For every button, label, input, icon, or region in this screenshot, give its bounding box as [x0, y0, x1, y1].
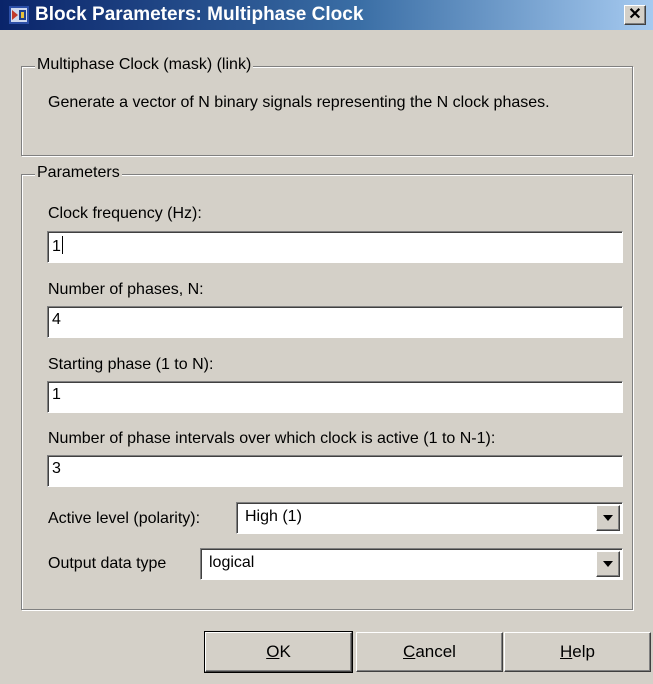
text-caret — [61, 236, 63, 254]
starting-phase-value: 1 — [52, 386, 61, 403]
output-type-dropdown[interactable]: logical — [200, 548, 623, 580]
active-level-label: Active level (polarity): — [48, 510, 201, 527]
cancel-label-rest: ancel — [415, 642, 456, 661]
chevron-down-icon[interactable] — [596, 505, 620, 531]
ok-mnemonic: O — [266, 642, 280, 661]
close-icon: ✕ — [628, 6, 642, 23]
parameters-group-label: Parameters — [35, 164, 122, 182]
cancel-button[interactable]: Cancel — [356, 632, 503, 672]
help-button[interactable]: Help — [504, 632, 651, 672]
number-of-phases-value: 4 — [52, 311, 61, 328]
clock-frequency-label: Clock frequency (Hz): — [48, 205, 202, 222]
clock-frequency-field[interactable]: 1 — [47, 231, 623, 263]
clock-frequency-value: 1 — [52, 238, 61, 255]
ok-label-rest: K — [279, 642, 291, 661]
output-type-value: logical — [209, 554, 255, 571]
cancel-mnemonic: C — [403, 642, 416, 661]
mask-group-label: Multiphase Clock (mask) (link) — [35, 56, 254, 74]
active-intervals-label: Number of phase intervals over which clo… — [48, 430, 496, 447]
output-type-label: Output data type — [48, 555, 167, 572]
title-bar[interactable]: Block Parameters: Multiphase Clock ✕ — [0, 0, 653, 30]
starting-phase-label: Starting phase (1 to N): — [48, 356, 214, 373]
active-level-value: High (1) — [245, 508, 302, 525]
simulink-block-icon — [9, 6, 29, 24]
window-title: Block Parameters: Multiphase Clock — [35, 4, 364, 25]
active-intervals-value: 3 — [52, 460, 61, 477]
active-level-dropdown[interactable]: High (1) — [236, 502, 623, 534]
mask-description: Generate a vector of N binary signals re… — [48, 94, 550, 111]
close-button[interactable]: ✕ — [624, 5, 646, 25]
number-of-phases-label: Number of phases, N: — [48, 281, 204, 298]
ok-button[interactable]: OK — [204, 631, 353, 673]
active-intervals-field[interactable]: 3 — [47, 455, 623, 487]
chevron-down-icon[interactable] — [596, 551, 620, 577]
help-mnemonic: H — [560, 642, 573, 661]
starting-phase-field[interactable]: 1 — [47, 381, 623, 413]
number-of-phases-field[interactable]: 4 — [47, 306, 623, 338]
help-label-rest: elp — [572, 642, 595, 661]
dialog-window: Block Parameters: Multiphase Clock ✕ Mul… — [0, 0, 653, 684]
